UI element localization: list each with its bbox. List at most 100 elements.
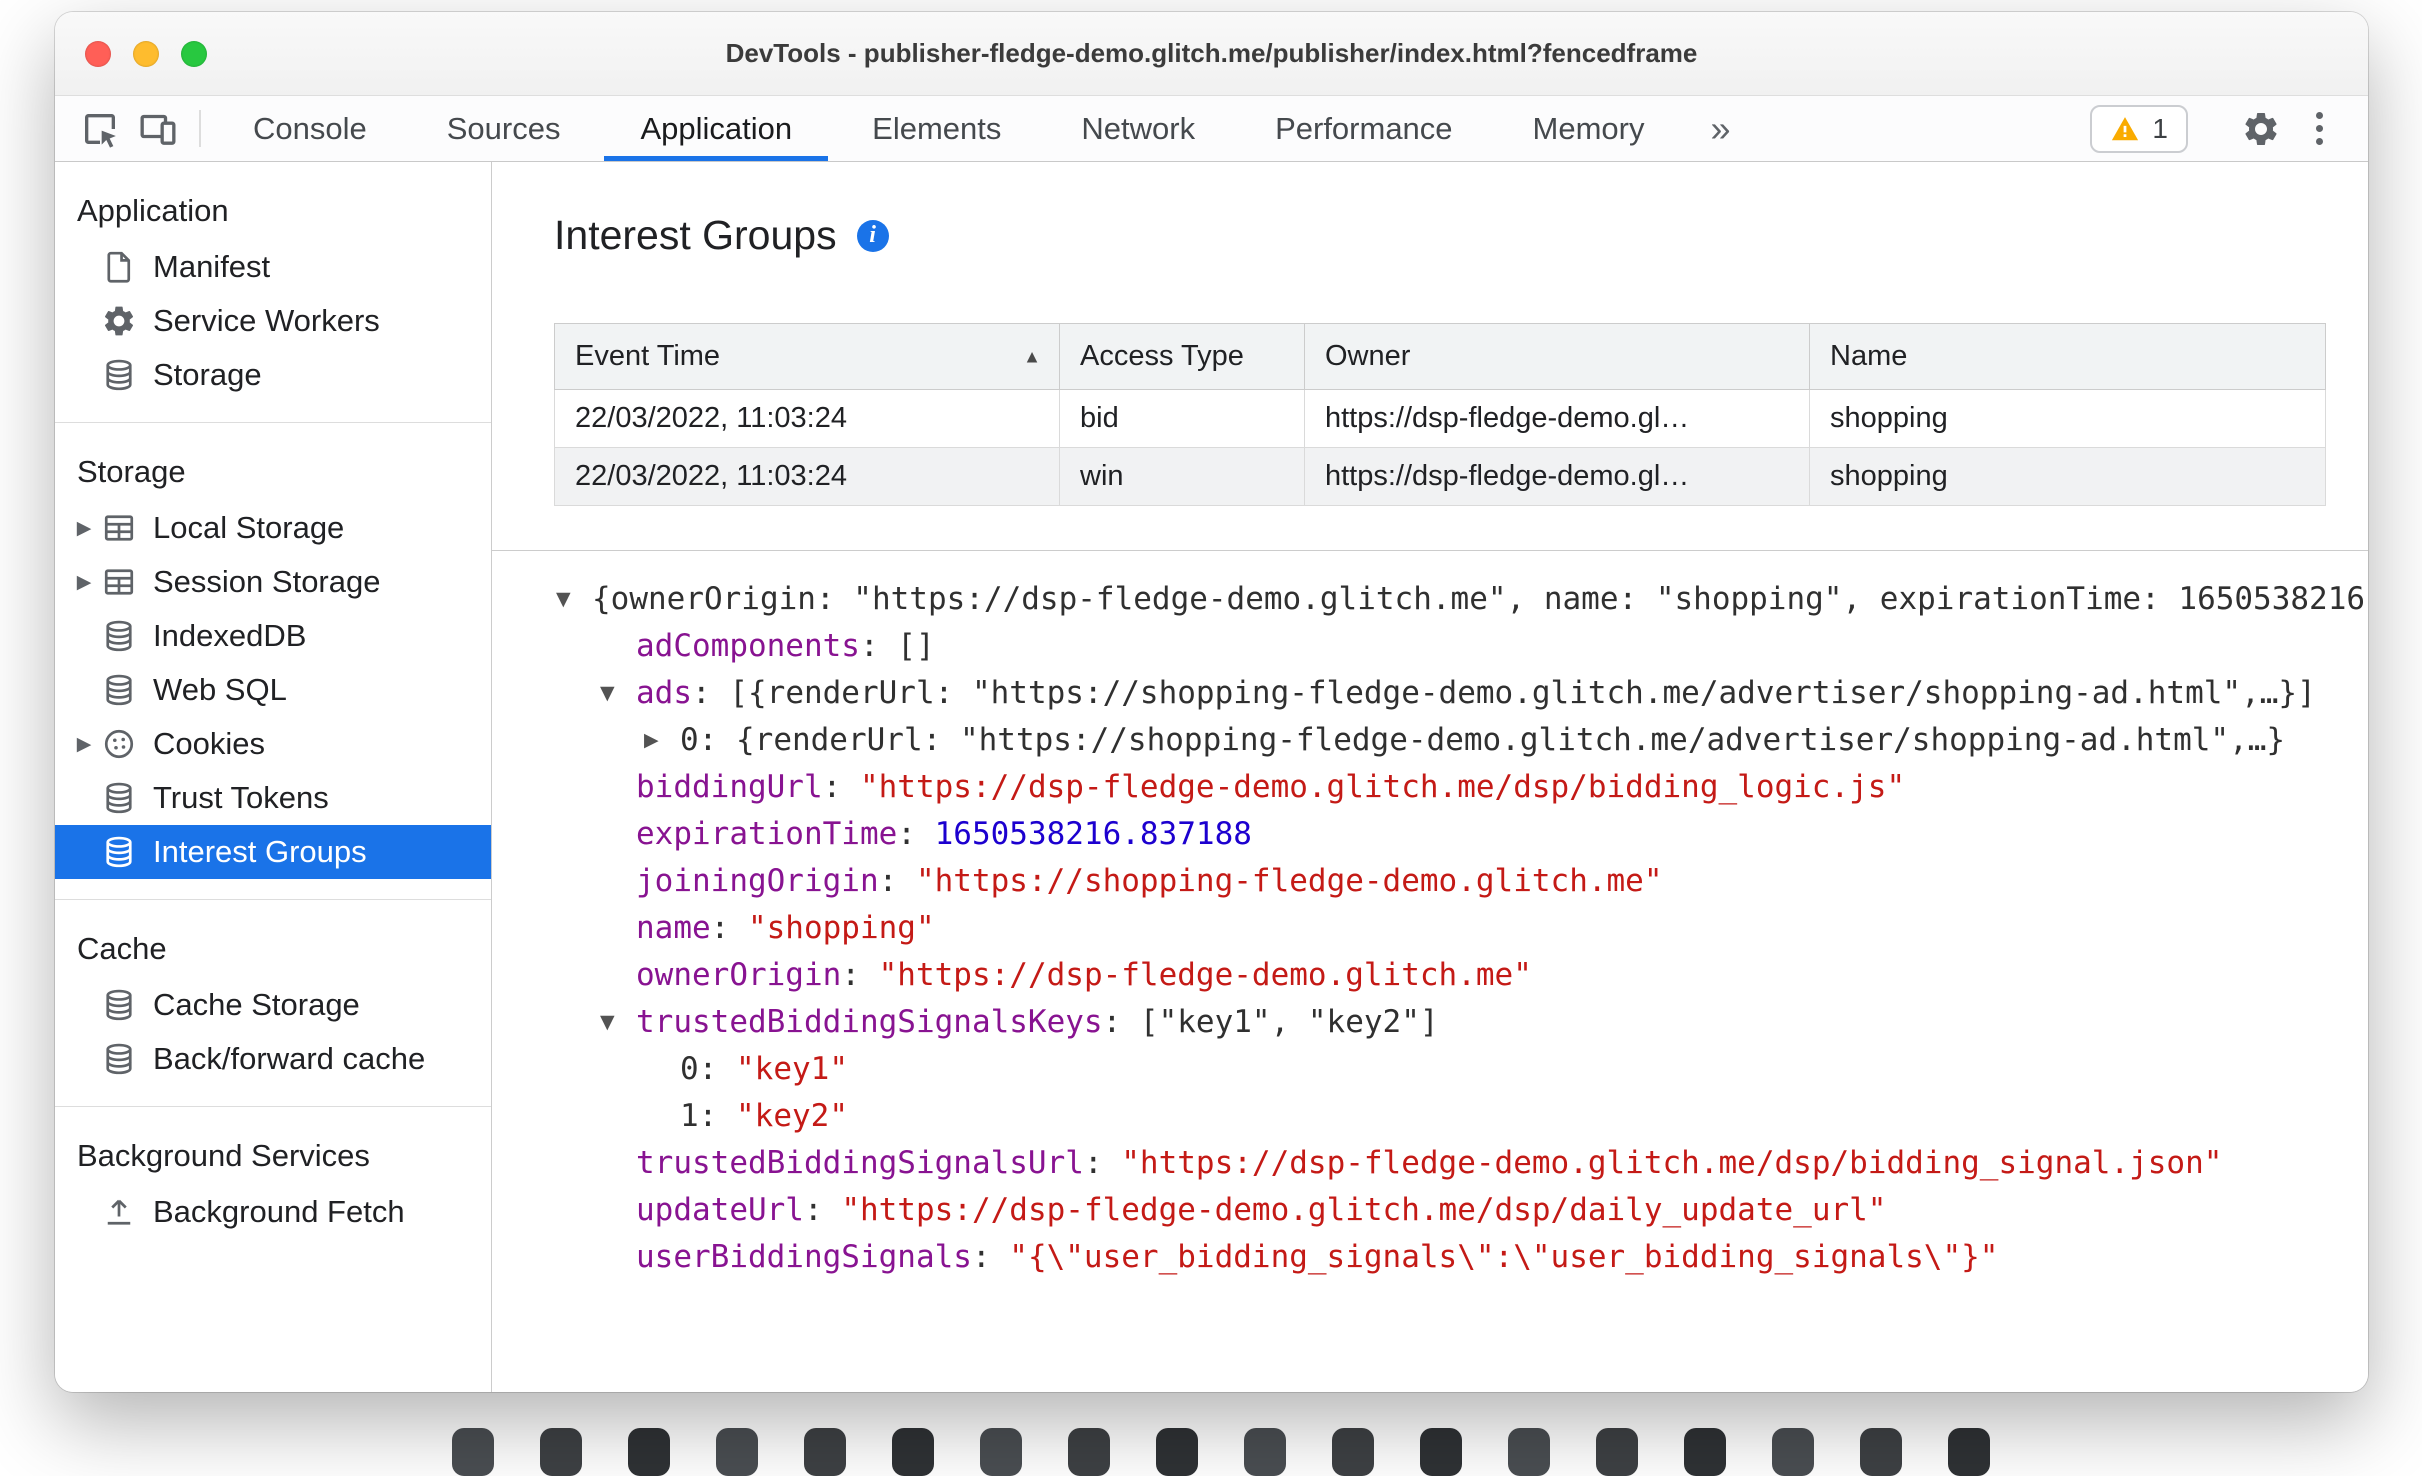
settings-button[interactable] bbox=[2232, 109, 2290, 149]
sidebar-item-session-storage[interactable]: ▶ Session Storage bbox=[55, 555, 491, 609]
tree-line: biddingUrl: "https://dsp-fledge-demo.gli… bbox=[556, 763, 2368, 810]
dock-icon[interactable] bbox=[892, 1428, 934, 1476]
dock-icon[interactable] bbox=[804, 1428, 846, 1476]
tab-memory[interactable]: Memory bbox=[1493, 96, 1685, 161]
sidebar-item-back-forward-cache[interactable]: Back/forward cache bbox=[55, 1032, 491, 1086]
expand-icon[interactable]: ▶ bbox=[67, 571, 101, 594]
sidebar-item-interest-groups[interactable]: Interest Groups bbox=[55, 825, 491, 879]
sidebar-item-cache-storage[interactable]: Cache Storage bbox=[55, 978, 491, 1032]
expand-icon[interactable]: ▶ bbox=[67, 733, 101, 756]
close-button[interactable] bbox=[85, 40, 111, 67]
sidebar-item-background-fetch[interactable]: Background Fetch bbox=[55, 1185, 491, 1239]
sidebar-item-label: Web SQL bbox=[153, 672, 287, 707]
tree-line: ▼ ads: [{renderUrl: "https://shopping-fle… bbox=[556, 669, 2368, 716]
info-icon[interactable]: i bbox=[856, 219, 889, 252]
sidebar-item-web-sql[interactable]: Web SQL bbox=[55, 663, 491, 717]
sidebar-section-cache: Cache Cache Storage Back/forward cache bbox=[55, 899, 491, 1106]
cell-owner: https://dsp-fledge-demo.gl… bbox=[1304, 447, 1810, 506]
column-header-owner[interactable]: Owner bbox=[1304, 323, 1810, 390]
tab-performance[interactable]: Performance bbox=[1235, 96, 1492, 161]
gear-icon bbox=[101, 303, 137, 339]
tree-segment-plain: : [] bbox=[859, 627, 935, 664]
dock-icon[interactable] bbox=[1772, 1428, 1814, 1476]
dock-icon[interactable] bbox=[1596, 1428, 1638, 1476]
tree-segment-key: trustedBiddingSignalsUrl bbox=[636, 1144, 1084, 1181]
panel-header: Interest Groups i bbox=[492, 162, 2368, 259]
dock-icon[interactable] bbox=[980, 1428, 1022, 1476]
dock-icon[interactable] bbox=[1156, 1428, 1198, 1476]
window-title: DevTools - publisher-fledge-demo.glitch.… bbox=[725, 38, 1698, 68]
issues-badge[interactable]: 1 bbox=[2090, 104, 2188, 153]
sidebar-item-label: Trust Tokens bbox=[153, 780, 329, 815]
dock bbox=[452, 1428, 1990, 1476]
cell-access-type: bid bbox=[1059, 389, 1305, 448]
database-icon bbox=[101, 780, 137, 816]
collapse-icon[interactable]: ▼ bbox=[556, 588, 592, 610]
table-row[interactable]: 22/03/2022, 11:03:24 win https://dsp-fledg… bbox=[554, 447, 2326, 506]
sidebar-item-storage[interactable]: Storage bbox=[55, 348, 491, 402]
column-label: Name bbox=[1830, 340, 1908, 372]
table-row[interactable]: 22/03/2022, 11:03:24 bid https://dsp-fledg… bbox=[554, 389, 2326, 448]
more-tabs-button[interactable]: » bbox=[1685, 96, 1757, 161]
tab-network[interactable]: Network bbox=[1041, 96, 1235, 161]
sidebar-item-local-storage[interactable]: ▶ Local Storage bbox=[55, 501, 491, 555]
sidebar-item-service-workers[interactable]: Service Workers bbox=[55, 294, 491, 348]
dock-icon[interactable] bbox=[1068, 1428, 1110, 1476]
minimize-button[interactable] bbox=[133, 40, 159, 67]
cell-event-time: 22/03/2022, 11:03:24 bbox=[554, 447, 1060, 506]
dock-icon[interactable] bbox=[540, 1428, 582, 1476]
menu-button[interactable] bbox=[2290, 112, 2348, 145]
sidebar-section-header-application[interactable]: Application bbox=[55, 182, 491, 240]
tab-elements[interactable]: Elements bbox=[832, 96, 1041, 161]
expand-icon[interactable]: ▶ bbox=[67, 517, 101, 540]
sidebar-item-label: Interest Groups bbox=[153, 834, 367, 869]
dock-icon[interactable] bbox=[1684, 1428, 1726, 1476]
column-header-access-type[interactable]: Access Type bbox=[1059, 323, 1305, 390]
devtools-window: DevTools - publisher-fledge-demo.glitch.… bbox=[55, 12, 2368, 1392]
sidebar-item-manifest[interactable]: Manifest bbox=[55, 240, 491, 294]
zoom-button[interactable] bbox=[181, 40, 207, 67]
tree-segment-key: name bbox=[636, 909, 711, 946]
inspect-element-button[interactable] bbox=[71, 96, 129, 161]
tree-line: ▶ 0: {renderUrl: "https://shopping-fledge… bbox=[556, 716, 2368, 763]
dock-icon[interactable] bbox=[1860, 1428, 1902, 1476]
dock-icon[interactable] bbox=[452, 1428, 494, 1476]
sidebar-item-trust-tokens[interactable]: Trust Tokens bbox=[55, 771, 491, 825]
tree-line: updateUrl: "https://dsp-fledge-demo.glit… bbox=[556, 1186, 2368, 1233]
tree-segment-plain: : bbox=[878, 862, 916, 899]
sidebar-item-indexeddb[interactable]: IndexedDB bbox=[55, 609, 491, 663]
tree-segment-key: ads bbox=[636, 674, 692, 711]
column-header-name[interactable]: Name bbox=[1809, 323, 2326, 390]
dock-icon[interactable] bbox=[1244, 1428, 1286, 1476]
collapse-icon[interactable]: ▼ bbox=[600, 1011, 636, 1033]
sidebar-item-cookies[interactable]: ▶ Cookies bbox=[55, 717, 491, 771]
tree-segment-plain: 1: bbox=[680, 1097, 736, 1134]
toolbar-separator bbox=[199, 110, 201, 147]
column-header-event-time[interactable]: Event Time ▲ bbox=[554, 323, 1060, 390]
tab-application[interactable]: Application bbox=[600, 96, 832, 161]
expand-icon[interactable]: ▶ bbox=[644, 729, 680, 751]
tab-sources[interactable]: Sources bbox=[407, 96, 601, 161]
device-toolbar-button[interactable] bbox=[129, 96, 187, 161]
sidebar-section-header-storage[interactable]: Storage bbox=[55, 443, 491, 501]
dock-icon[interactable] bbox=[1508, 1428, 1550, 1476]
dock-icon[interactable] bbox=[716, 1428, 758, 1476]
sidebar-section-header-cache[interactable]: Cache bbox=[55, 920, 491, 978]
tab-console[interactable]: Console bbox=[213, 96, 407, 161]
tree-line: ▼ {ownerOrigin: "https://dsp-fledge-demo.… bbox=[556, 575, 2368, 622]
collapse-icon[interactable]: ▼ bbox=[600, 682, 636, 704]
devtools-content: Application Manifest Service Workers Storag… bbox=[55, 162, 2368, 1392]
tree-line: joiningOrigin: "https://shopping-fledge-… bbox=[556, 857, 2368, 904]
dock-icon[interactable] bbox=[1332, 1428, 1374, 1476]
dock-icon[interactable] bbox=[1420, 1428, 1462, 1476]
dock-icon[interactable] bbox=[628, 1428, 670, 1476]
table-icon bbox=[101, 564, 137, 600]
table-icon bbox=[101, 510, 137, 546]
dock-icon[interactable] bbox=[1948, 1428, 1990, 1476]
database-icon bbox=[101, 987, 137, 1023]
page-title: Interest Groups i bbox=[554, 212, 2368, 259]
application-sidebar: Application Manifest Service Workers Storag… bbox=[55, 162, 492, 1392]
tree-segment-plain: : ["key1", "key2"] bbox=[1102, 1003, 1439, 1040]
sidebar-section-header-background-services[interactable]: Background Services bbox=[55, 1127, 491, 1185]
sidebar-item-label: Session Storage bbox=[153, 564, 381, 599]
